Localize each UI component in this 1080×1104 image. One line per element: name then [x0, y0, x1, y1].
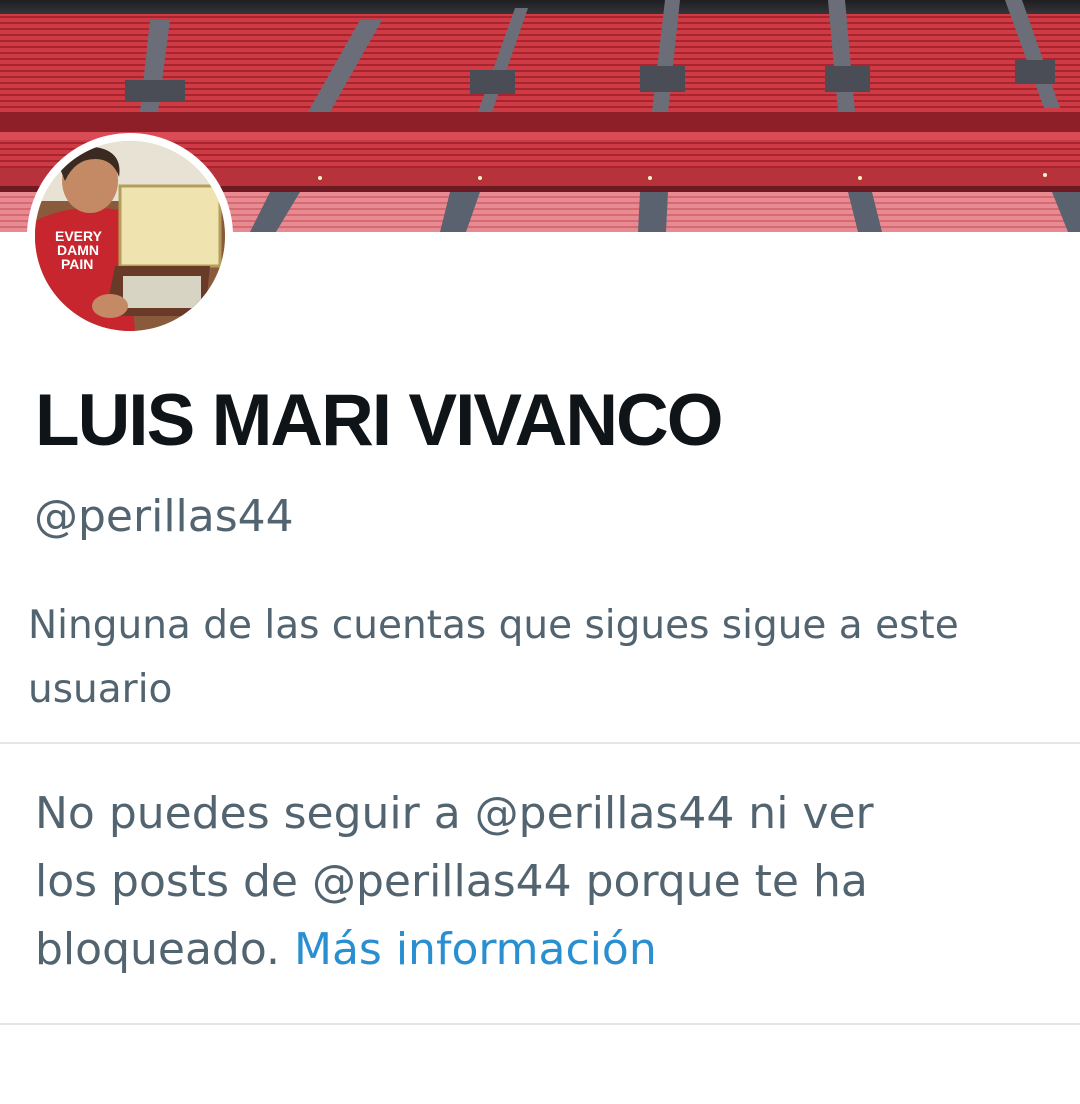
- divider: [0, 1023, 1080, 1025]
- profile-avatar-image: EVERY DAMN PAIN: [35, 141, 225, 331]
- blocked-notice-text: bloqueado.: [35, 924, 280, 975]
- avatar[interactable]: EVERY DAMN PAIN: [27, 133, 233, 339]
- display-name: LUIS MARI VIVANCO: [35, 380, 724, 461]
- blocked-notice: No puedes seguir a @perillas44 ni ver lo…: [35, 780, 955, 984]
- blocked-notice-line: bloqueado. Más información: [35, 916, 955, 984]
- blocked-notice-line: No puedes seguir a @perillas44 ni ver: [35, 788, 874, 839]
- svg-text:PAIN: PAIN: [61, 256, 93, 272]
- learn-more-link[interactable]: Más información: [294, 924, 657, 975]
- divider: [0, 742, 1080, 744]
- followers-you-know: Ninguna de las cuentas que sigues sigue …: [28, 603, 959, 712]
- blocked-notice-line: los posts de @perillas44 porque te ha: [35, 856, 868, 907]
- username-handle: @perillas44: [34, 491, 294, 542]
- profile-page: EVERY DAMN PAIN LUIS MARI VIVANCO @peril…: [0, 0, 1080, 1104]
